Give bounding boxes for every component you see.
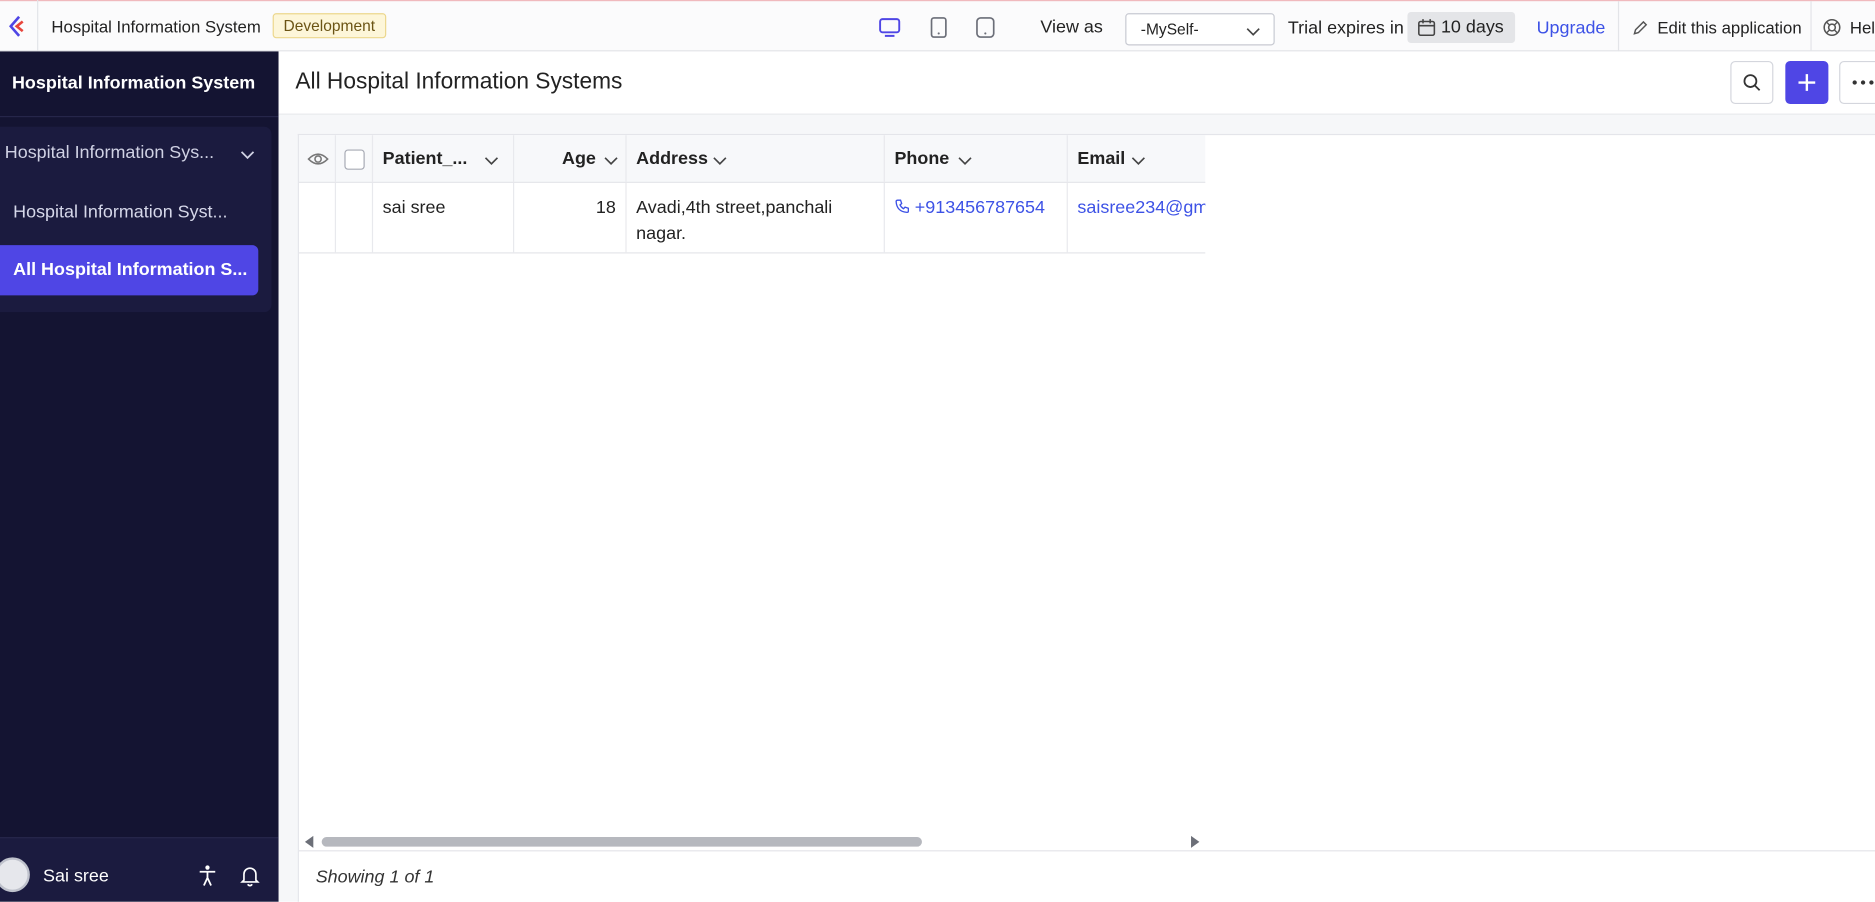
column-header-label: Patient_... <box>382 148 468 169</box>
table-footer: Showing 1 of 1 <box>298 850 1875 902</box>
sidebar-item-all-hospital-information-systems[interactable]: All Hospital Information S... <box>0 245 259 296</box>
search-button[interactable] <box>1730 60 1774 105</box>
chevron-down-icon[interactable] <box>957 152 974 169</box>
record-count: Showing 1 of 1 <box>315 866 435 888</box>
records-card: Patient_... Age Address Phone Email sai … <box>297 133 1875 902</box>
user-name: Sai sree <box>43 865 109 887</box>
accessibility-icon[interactable] <box>197 865 217 888</box>
view-as-value: -MySelf- <box>1140 20 1199 39</box>
sidebar-group-label: Hospital Information Sys... <box>4 142 215 163</box>
add-record-button[interactable] <box>1785 60 1829 105</box>
scroll-left-arrow[interactable] <box>304 835 314 848</box>
column-header-label: Phone <box>894 148 950 169</box>
sidebar-group: Hospital Information Sys... Hospital Inf… <box>0 126 272 313</box>
trial-label: Trial expires in <box>1287 17 1404 39</box>
divider <box>1617 1 1620 53</box>
view-as-label: View as <box>1040 16 1103 38</box>
cell-patient: sai sree <box>373 182 515 253</box>
app-logo-icon[interactable] <box>0 0 39 52</box>
page-title: All Hospital Information Systems <box>295 69 623 95</box>
page-header: All Hospital Information Systems <box>278 51 1875 115</box>
avatar[interactable] <box>0 857 30 893</box>
view-as-select[interactable]: -MySelf- <box>1125 13 1275 46</box>
help-button[interactable]: Help <box>1822 18 1875 37</box>
phone-link[interactable]: +913456787654 <box>915 197 1045 217</box>
chevron-down-icon <box>1246 28 1260 36</box>
select-all-cell <box>336 135 374 182</box>
chevron-down-icon <box>240 151 255 160</box>
help-label: Help <box>1849 17 1875 38</box>
chevron-down-icon[interactable] <box>603 152 620 169</box>
pencil-icon <box>1633 20 1648 35</box>
more-options-button[interactable] <box>1839 60 1875 105</box>
upgrade-link[interactable]: Upgrade <box>1537 18 1606 38</box>
top-bar: Hospital Information System Development … <box>0 0 1875 53</box>
column-header-phone[interactable]: Phone <box>885 135 1068 182</box>
edit-application-label: Edit this application <box>1657 17 1802 38</box>
column-header-label: Email <box>1077 148 1126 169</box>
column-header-label: Age <box>562 148 596 169</box>
records-table: Patient_... Age Address Phone Email sai … <box>298 135 1206 255</box>
sidebar-item-hospital-information-system[interactable]: Hospital Information Syst... <box>13 202 227 222</box>
cell-email: saisree234@gmail.com <box>1068 183 1205 252</box>
table-header-row: Patient_... Age Address Phone Email <box>298 135 1206 183</box>
email-link[interactable]: saisree234@gmail.com <box>1077 197 1205 217</box>
row-select-cell[interactable] <box>336 182 374 253</box>
column-header-address[interactable]: Address <box>627 135 885 182</box>
plus-icon <box>1798 74 1816 91</box>
scroll-right-arrow[interactable] <box>1191 835 1200 848</box>
environment-badge: Development <box>272 13 386 39</box>
column-header-label: Address <box>636 148 708 169</box>
more-icon <box>1852 80 1874 85</box>
divider <box>0 115 279 118</box>
table-row[interactable]: sai sree 18 Avadi,4th street,panchali na… <box>298 182 1206 254</box>
chevron-down-icon[interactable] <box>712 152 729 169</box>
cell-phone: +913456787654 <box>885 182 1068 253</box>
row-spacer-cell <box>299 182 337 253</box>
search-icon <box>1743 74 1761 91</box>
chevron-down-icon[interactable] <box>1130 152 1147 169</box>
mobile-icon[interactable] <box>973 16 997 40</box>
bell-icon[interactable] <box>239 865 261 888</box>
help-icon <box>1823 18 1841 37</box>
app-name: Hospital Information System <box>51 16 261 36</box>
trial-days-value: 10 days <box>1440 16 1504 38</box>
divider <box>1810 1 1812 53</box>
sidebar: Hospital Information System Hospital Inf… <box>0 51 279 902</box>
sidebar-title: Hospital Information System <box>11 72 256 94</box>
tablet-icon[interactable] <box>927 16 951 40</box>
select-all-checkbox[interactable] <box>344 149 365 170</box>
scrollbar-thumb[interactable] <box>321 837 922 847</box>
trial-days-badge: 10 days <box>1407 11 1515 44</box>
desktop-icon[interactable] <box>878 16 902 40</box>
sidebar-item-label: All Hospital Information S... <box>13 259 248 280</box>
cell-age: 18 <box>514 182 627 253</box>
column-header-age[interactable]: Age <box>514 135 627 182</box>
sidebar-group-header[interactable]: Hospital Information Sys... <box>4 142 262 163</box>
phone-icon <box>895 199 910 214</box>
column-visibility-cell <box>299 135 337 182</box>
chevron-down-icon[interactable] <box>483 152 500 169</box>
edit-application-button[interactable]: Edit this application <box>1631 18 1802 37</box>
horizontal-scrollbar[interactable] <box>299 832 1205 851</box>
column-header-patient[interactable]: Patient_... <box>373 135 515 182</box>
sidebar-footer: Sai sree <box>0 837 279 902</box>
calendar-icon <box>1418 19 1436 37</box>
column-header-email[interactable]: Email <box>1068 135 1206 182</box>
sidebar-item-label: Hospital Information Syst... <box>13 202 228 223</box>
eye-icon[interactable] <box>307 148 329 170</box>
cell-address: Avadi,4th street,panchali nagar. <box>627 182 885 253</box>
